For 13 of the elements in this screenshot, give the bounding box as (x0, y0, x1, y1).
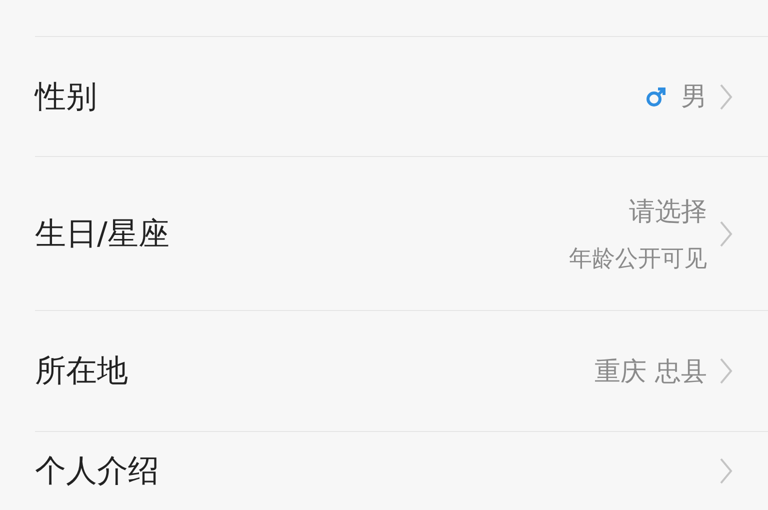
setting-value: 重庆 忠县 (594, 356, 707, 388)
setting-label: 所在地 (35, 352, 128, 391)
chevron-right-icon[interactable] (719, 220, 733, 248)
setting-value: 年龄公开可见 (569, 244, 707, 274)
chevron-right-icon[interactable] (719, 357, 733, 385)
setting-value: 请选择 (629, 196, 707, 228)
male-icon (645, 86, 667, 108)
chevron-right-icon[interactable] (719, 457, 733, 485)
setting-value: 男 (681, 81, 707, 114)
chevron-right-icon[interactable] (719, 82, 733, 110)
setting-label: 性别 (35, 78, 97, 116)
setting-label: 个人介绍 (35, 452, 159, 491)
setting-label: 生日/星座 (35, 214, 170, 254)
